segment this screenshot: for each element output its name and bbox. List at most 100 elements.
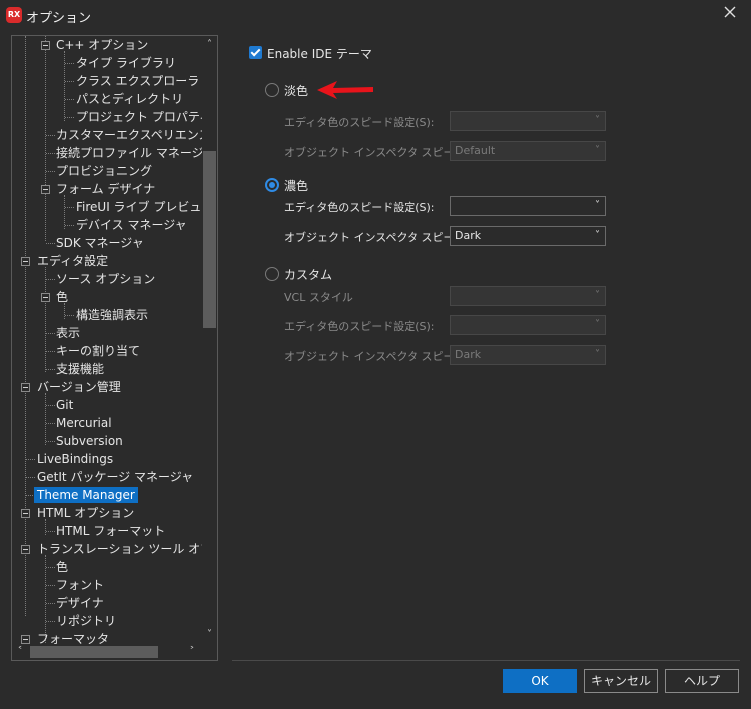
tree-item-html-format[interactable]: HTML フォーマット [56,522,165,540]
tree-item-cpp-options[interactable]: C++ オプション [56,36,148,54]
tree-vertical-scroll-thumb[interactable] [203,151,216,328]
tree-horizontal-scroll-thumb[interactable] [30,646,158,658]
ok-button[interactable]: OK [503,669,577,693]
tree-guide [46,351,55,352]
tree-guide [45,267,46,372]
tree-item-html-options[interactable]: HTML オプション [37,504,134,522]
dark-editor-speed-label: エディタ色のスピード設定(S): [284,201,435,214]
tree-item-project-properties[interactable]: プロジェクト プロパティ [76,108,202,126]
tree-guide [46,279,55,280]
collapse-toggle[interactable] [21,383,30,392]
tree-guide [46,333,55,334]
tree-item-repository[interactable]: リポジトリ [56,612,116,630]
tree-guide [46,567,55,568]
tree-item-device-manager[interactable]: デバイス マネージャ [76,216,187,234]
tree-item-version-control[interactable]: バージョン管理 [37,378,121,396]
chevron-down-icon: ˅ [595,319,600,330]
tree-item-livebindings[interactable]: LiveBindings [37,450,113,468]
tree-guide [65,225,74,226]
tree-item-subversion[interactable]: Subversion [56,432,123,450]
collapse-toggle[interactable] [21,545,30,554]
custom-vcl-style-label: VCL スタイル [284,291,353,304]
tree-item-type-library[interactable]: タイプ ライブラリ [76,54,176,72]
dark-editor-speed-select[interactable]: ˅ [450,196,606,216]
tree-guide [46,171,55,172]
scroll-left-icon[interactable]: ˂ [13,644,27,660]
custom-vcl-style-select[interactable]: ˅ [450,286,606,306]
dark-theme-radio[interactable] [265,178,279,192]
tree-item-customer-experience[interactable]: カスタマーエクスペリエンス プログラム [56,126,202,144]
cancel-button[interactable]: キャンセル [584,669,658,693]
close-button[interactable] [721,5,739,23]
scroll-right-icon[interactable]: ˃ [185,644,199,660]
tree-item-code-insight[interactable]: 支援機能 [56,360,104,378]
title-bar: RX オプション [0,0,751,30]
tree-guide [45,36,46,241]
custom-inspector-speed-label: オブジェクト インスペクタ スピード設定 [284,350,450,363]
help-button[interactable]: ヘルプ [665,669,739,693]
custom-inspector-speed-select[interactable]: Dark ˅ [450,345,606,365]
tree-vertical-scrollbar[interactable]: ˄ ˅ [202,36,217,644]
tree-item-display[interactable]: 表示 [56,324,80,342]
light-theme-label: 淡色 [284,84,309,98]
tree-item-color[interactable]: 色 [56,288,68,306]
light-inspector-speed-label: オブジェクト インスペクタ スピード設定 [284,146,450,159]
tree-item-form-designer[interactable]: フォーム デザイナ [56,180,155,198]
light-theme-radio[interactable] [265,83,279,97]
tree-horizontal-scrollbar[interactable]: ˂ ˃ [12,644,217,660]
tree-item-provisioning[interactable]: プロビジョニング [56,162,152,180]
tree-guide [46,531,55,532]
scroll-up-icon[interactable]: ˄ [202,38,217,52]
tree-item-connection-profile-manager[interactable]: 接続プロファイル マネージャ [56,144,202,162]
light-inspector-speed-select[interactable]: Default ˅ [450,141,606,161]
tree-item-designer[interactable]: デザイナ [56,594,104,612]
tree-guide [26,459,35,460]
tree-guide [46,423,55,424]
collapse-toggle[interactable] [21,509,30,518]
scroll-down-icon[interactable]: ˅ [202,628,217,642]
collapse-toggle[interactable] [41,293,50,302]
chevron-down-icon: ˅ [595,290,600,301]
light-editor-speed-select[interactable]: ˅ [450,111,606,131]
chevron-down-icon: ˅ [595,200,600,211]
tree-guide [46,405,55,406]
tree-item-sdk-manager[interactable]: SDK マネージャ [56,234,144,252]
tree-item-fireui-live-preview[interactable]: FireUI ライブ プレビュー [76,198,202,216]
tree-guide [46,441,55,442]
close-icon [724,6,736,18]
dark-inspector-speed-value: Dark [455,229,482,242]
tree-item-class-explorer[interactable]: クラス エクスプローラ [76,72,199,90]
collapse-toggle[interactable] [21,257,30,266]
tree-item-translation-color[interactable]: 色 [56,558,68,576]
collapse-toggle[interactable] [41,185,50,194]
tree-guide [65,63,74,64]
app-icon: RX [6,7,22,23]
tree-item-editor-settings[interactable]: エディタ設定 [37,252,108,270]
dark-inspector-speed-select[interactable]: Dark ˅ [450,226,606,246]
tree-guide [46,585,55,586]
tree-item-translation-tools[interactable]: トランスレーション ツール オプション [37,540,202,558]
tree-item-git[interactable]: Git [56,396,73,414]
tree-item-formatter[interactable]: フォーマッタ [37,630,109,644]
tree-item-key-mappings[interactable]: キーの割り当て [56,342,140,360]
tree-item-theme-manager[interactable]: Theme Manager [34,486,138,504]
collapse-toggle[interactable] [41,41,50,50]
custom-editor-speed-select[interactable]: ˅ [450,315,606,335]
tree-guide [26,477,35,478]
tree-item-structural-highlighting[interactable]: 構造強調表示 [76,306,148,324]
tree-item-paths-and-directories[interactable]: パスとディレクトリ [76,90,183,108]
window-title: オプション [26,11,92,26]
tree-guide [46,153,55,154]
options-tree: C++ オプション タイプ ライブラリ クラス エクスプローラ パスとディレクト… [11,35,218,661]
custom-editor-speed-label: エディタ色のスピード設定(S): [284,320,435,333]
tree-item-source-options[interactable]: ソース オプション [56,270,155,288]
custom-theme-radio[interactable] [265,267,279,281]
expand-toggle[interactable] [21,635,30,644]
chevron-down-icon: ˅ [595,145,600,156]
tree-item-mercurial[interactable]: Mercurial [56,414,112,432]
tree-item-getit-package-manager[interactable]: GetIt パッケージ マネージャ [37,468,193,486]
enable-ide-theme-checkbox[interactable] [249,46,262,59]
tree-item-font[interactable]: フォント [56,576,104,594]
tree-viewport: C++ オプション タイプ ライブラリ クラス エクスプローラ パスとディレクト… [12,36,202,644]
enable-ide-theme-label: Enable IDE テーマ [267,47,372,61]
